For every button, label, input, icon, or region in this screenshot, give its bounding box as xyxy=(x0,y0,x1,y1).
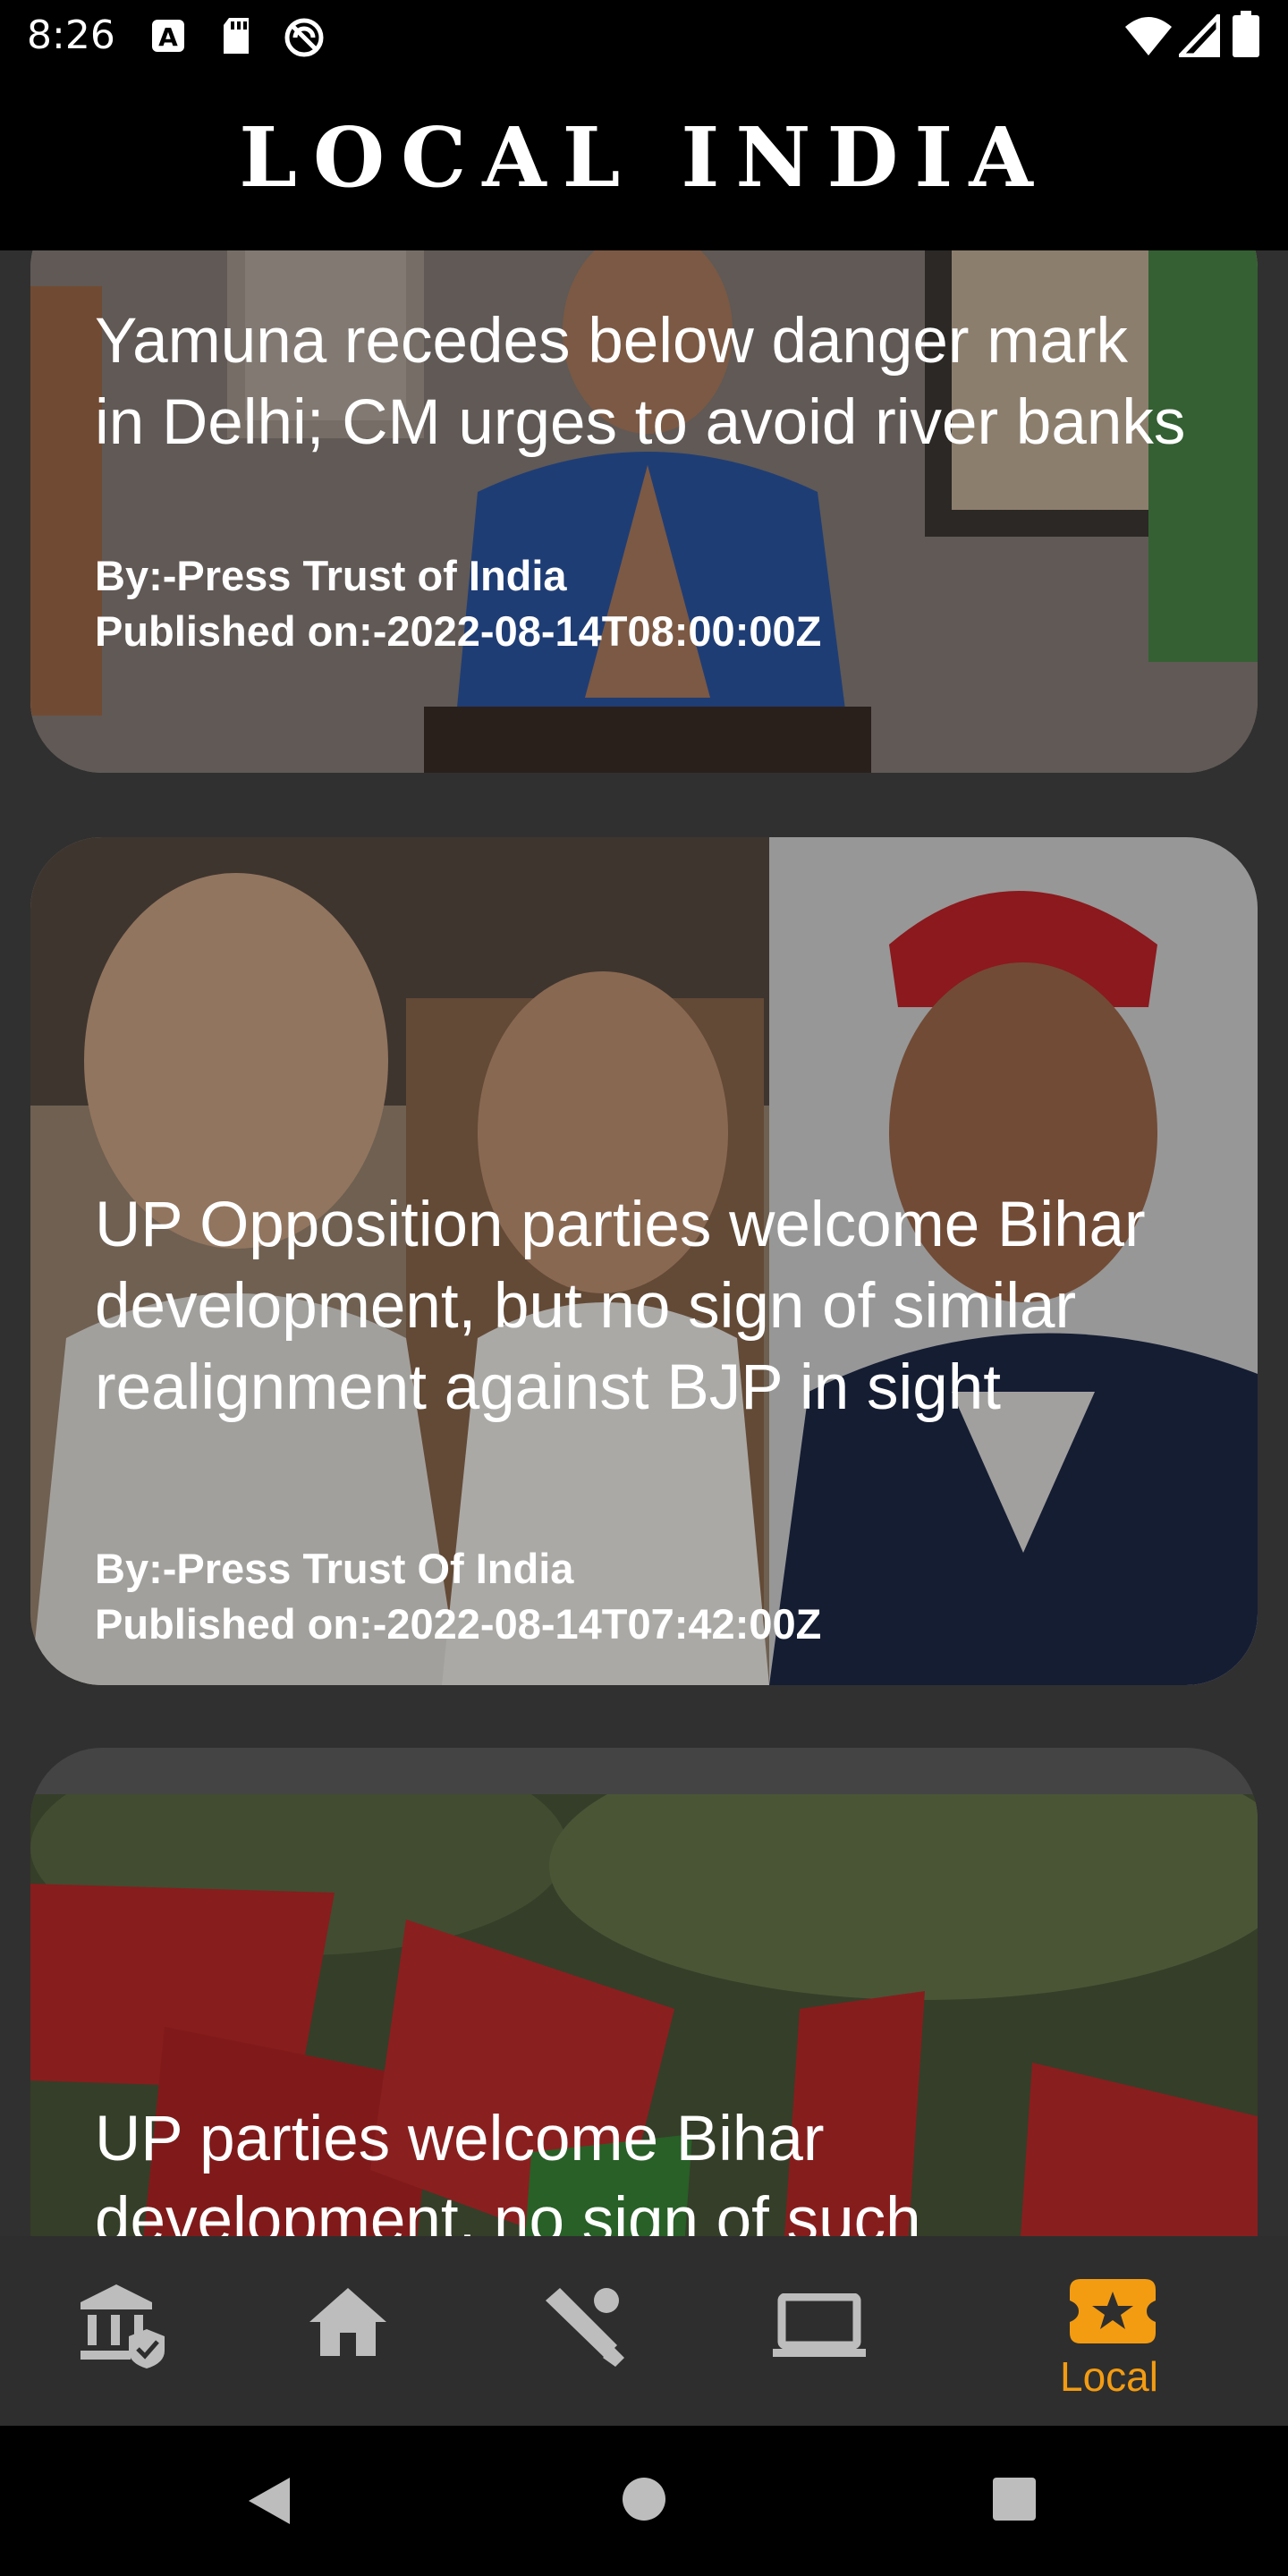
notification-a-icon: A xyxy=(152,20,184,52)
sd-card-icon xyxy=(224,18,249,54)
battery-icon xyxy=(1233,11,1259,57)
nav-item-sports[interactable] xyxy=(494,2236,673,2426)
article-title[interactable]: UP parties welcome Bihar development, no… xyxy=(95,2098,1193,2236)
news-card[interactable]: Yamuna recedes below danger mark in Delh… xyxy=(30,250,1258,773)
svg-text:A: A xyxy=(158,22,178,52)
home-circle-icon[interactable] xyxy=(621,2476,667,2522)
sports-cricket-icon xyxy=(546,2288,624,2367)
local-star-icon xyxy=(1070,2279,1156,2343)
back-icon[interactable] xyxy=(243,2474,293,2528)
news-card[interactable]: UP Opposition parties welcome Bihar deve… xyxy=(30,837,1258,1685)
recents-icon[interactable] xyxy=(991,2476,1038,2522)
article-title[interactable]: UP Opposition parties welcome Bihar deve… xyxy=(95,1184,1193,1428)
news-card[interactable]: UP parties welcome Bihar development, no… xyxy=(30,1748,1258,2236)
article-date: Published on:-2022-08-14T07:42:00Z xyxy=(95,1600,822,1648)
article-date: Published on:-2022-08-14T08:00:00Z xyxy=(95,607,822,655)
app-header: LOCAL INDIA xyxy=(0,75,1288,250)
government-icon xyxy=(80,2284,165,2368)
status-bar: 8:26 A xyxy=(0,0,1288,75)
nav-item-government[interactable] xyxy=(29,2236,208,2426)
wifi-icon xyxy=(1125,17,1172,55)
article-title[interactable]: Yamuna recedes below danger mark in Delh… xyxy=(95,301,1193,463)
page-title: LOCAL INDIA xyxy=(239,109,1049,206)
nav-item-home[interactable] xyxy=(261,2236,440,2426)
laptop-icon xyxy=(773,2293,866,2357)
signal-icon xyxy=(1179,14,1220,57)
sync-off-icon xyxy=(284,18,324,57)
system-nav-bar xyxy=(0,2426,1288,2576)
article-author: By:-Press Trust Of India xyxy=(95,1545,574,1592)
article-author: By:-Press Trust of India xyxy=(95,552,567,599)
home-icon xyxy=(309,2288,386,2356)
news-feed[interactable]: Yamuna recedes below danger mark in Delh… xyxy=(0,250,1288,2236)
status-time: 8:26 xyxy=(27,13,115,58)
nav-label-local[interactable]: Local xyxy=(1060,2352,1158,2401)
nav-item-tech[interactable] xyxy=(726,2236,905,2426)
